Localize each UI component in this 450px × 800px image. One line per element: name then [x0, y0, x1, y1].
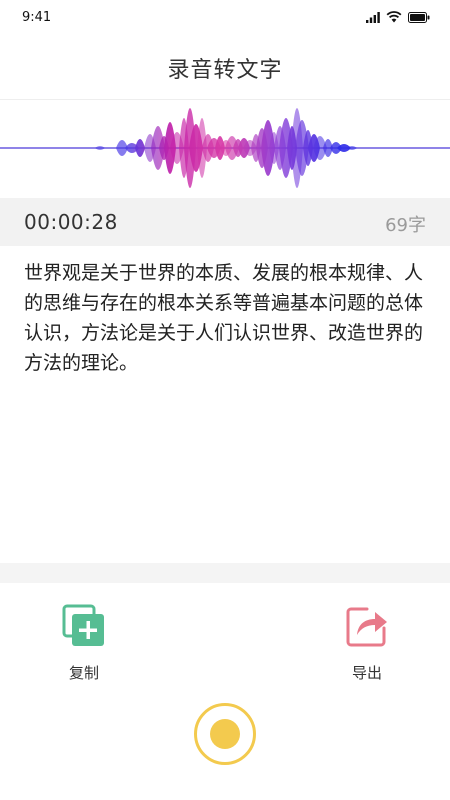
status-bar: 9:41 — [0, 0, 450, 36]
recording-info-bar: 00:00:28 69字 — [0, 198, 450, 246]
waveform-peak — [135, 139, 145, 157]
battery-icon — [408, 11, 430, 23]
waveform-graphic — [0, 108, 450, 188]
cellular-signal-icon — [366, 11, 380, 23]
status-icons — [366, 11, 430, 23]
waveform-peak — [95, 146, 105, 150]
character-count: 69字 — [385, 215, 426, 236]
export-label: 导出 — [351, 664, 382, 682]
record-icon — [210, 719, 240, 749]
copy-icon — [62, 604, 104, 646]
page-title: 录音转文字 — [167, 58, 283, 83]
record-button[interactable] — [194, 703, 256, 765]
section-divider — [0, 563, 450, 583]
recording-timer: 00:00:28 — [24, 210, 118, 234]
copy-button[interactable]: 复制 — [44, 604, 124, 683]
transcript-text: 世界观是关于世界的本质、发展的根本规律、人的思维与存在的根本关系等普遍基本问题的… — [24, 262, 424, 374]
waveform — [0, 100, 450, 198]
nav-bar: 录音转文字 — [0, 36, 450, 100]
status-time: 9:41 — [22, 10, 52, 25]
wifi-icon — [386, 11, 402, 23]
copy-label: 复制 — [68, 664, 99, 682]
export-button[interactable]: 导出 — [327, 604, 407, 683]
export-icon — [346, 607, 387, 647]
